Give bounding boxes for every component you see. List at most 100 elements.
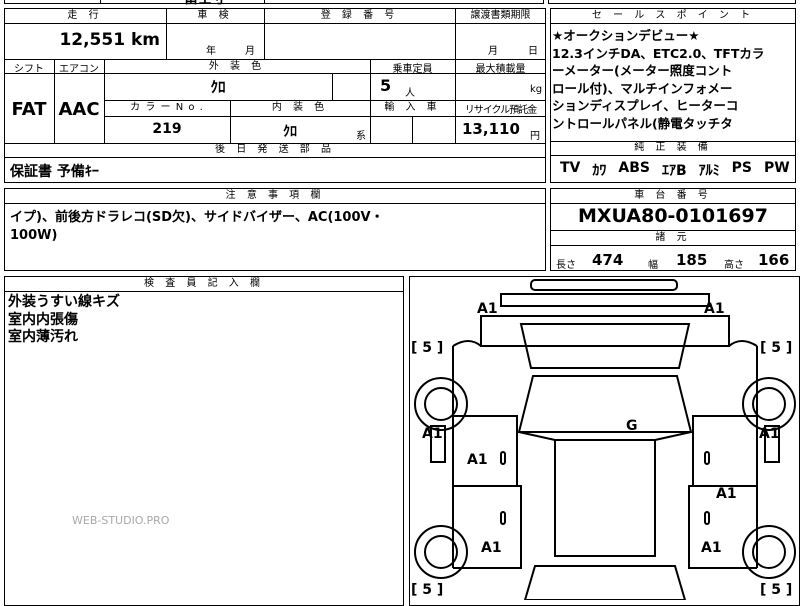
top-partial-text: 富士寸 bbox=[184, 0, 226, 8]
car-diagram bbox=[414, 279, 796, 600]
notes-line: 100W) bbox=[10, 228, 58, 243]
recycle-label: リサイクル預託金 bbox=[464, 105, 538, 116]
tire-fr: [ 5 ] bbox=[760, 340, 793, 356]
recycle-unit: 円 bbox=[530, 131, 540, 142]
hood-front bbox=[480, 315, 730, 347]
roof-lines bbox=[518, 431, 692, 441]
width-value: 185 bbox=[676, 251, 708, 269]
notes-text: イプ)、前後方ドラレコ(SD欠)、サイドバイザー、AC(100V・ 100W) bbox=[10, 209, 384, 245]
inspector-line: 室内薄汚れ bbox=[8, 329, 78, 345]
genuine-equipment-label: 純 正 装 備 bbox=[634, 142, 712, 153]
col-line bbox=[332, 73, 333, 100]
damage-right-door: A1 bbox=[716, 486, 737, 502]
interior-color-suffix: 系 bbox=[356, 131, 366, 142]
handle bbox=[500, 511, 506, 525]
rear-window bbox=[523, 565, 687, 600]
sales-point-line: ロール付)、マルチインフォメー bbox=[552, 80, 733, 96]
inspection-label: 車 検 bbox=[197, 10, 233, 21]
watermark: WEB-STUDIO.PRO bbox=[72, 514, 170, 527]
top-strip-right bbox=[548, 0, 796, 4]
max-load-unit: kg bbox=[530, 84, 543, 95]
exterior-color-label: 外 装 色 bbox=[208, 61, 266, 72]
mileage-value: 12,551 km bbox=[4, 30, 160, 50]
interior-color-value: ｸﾛ bbox=[283, 124, 297, 140]
sales-point-line: 12.3インチDA、ETC2.0、TFTカラ bbox=[552, 45, 765, 61]
equipment-item: ｱﾙﾐ bbox=[698, 163, 720, 179]
color-no-value: 219 bbox=[152, 121, 182, 137]
inspector-notes: 外装うすい線キズ 室内内張傷 室内薄汚れ bbox=[8, 294, 120, 347]
mileage-label: 走 行 bbox=[67, 10, 103, 21]
top-strip bbox=[4, 0, 544, 4]
transfer-month-unit: 月 bbox=[488, 46, 498, 57]
front-bumper bbox=[500, 293, 710, 307]
equipment-item: TV bbox=[560, 160, 581, 176]
equipment-item: ｴｱB bbox=[661, 163, 687, 179]
sales-point-line: ーメーター(メーター照度コント bbox=[552, 63, 733, 78]
row-line bbox=[550, 155, 796, 156]
max-load-label: 最大積載量 bbox=[475, 64, 526, 75]
wheel-front-right bbox=[742, 377, 796, 431]
damage-right-rear: A1 bbox=[701, 540, 722, 556]
row-line bbox=[4, 203, 546, 204]
row-line bbox=[4, 291, 404, 292]
left-front-door bbox=[453, 415, 518, 487]
shift-value: FAT bbox=[11, 98, 47, 120]
right-front-door bbox=[692, 415, 757, 487]
chassis-value: MXUA80-0101697 bbox=[578, 205, 768, 227]
row-line bbox=[104, 116, 546, 117]
length-value: 474 bbox=[592, 251, 624, 269]
sales-points-text: ★オークションデビュー★ 12.3インチDA、ETC2.0、TFTカラ ーメータ… bbox=[552, 27, 796, 132]
capacity-unit: 人 bbox=[405, 88, 415, 99]
notes-line: イプ)、前後方ドラレコ(SD欠)、サイドバイザー、AC(100V・ bbox=[10, 210, 384, 225]
row-line bbox=[550, 203, 796, 204]
notes-label: 注 意 事 項 欄 bbox=[225, 190, 325, 201]
length-label: 長さ bbox=[556, 260, 576, 271]
inspection-month-unit: 月 bbox=[245, 46, 255, 57]
height-label: 高さ bbox=[724, 260, 744, 271]
chassis-label: 車 台 番 号 bbox=[634, 190, 712, 201]
damage-left-fender: A1 bbox=[422, 426, 443, 442]
mileage-unit: km bbox=[130, 30, 160, 50]
row-line bbox=[4, 157, 546, 158]
tire-rr: [ 5 ] bbox=[760, 582, 793, 598]
recycle-value: 13,110 bbox=[462, 120, 520, 138]
divider bbox=[100, 0, 101, 4]
tire-fl: [ 5 ] bbox=[411, 340, 444, 356]
damage-left-rear: A1 bbox=[481, 540, 502, 556]
transfer-deadline-label: 譲渡書類期限 bbox=[470, 10, 531, 21]
wheel-rear-right bbox=[742, 525, 796, 579]
handle bbox=[704, 451, 710, 465]
row-line bbox=[4, 23, 546, 24]
damage-front-right: A1 bbox=[704, 301, 725, 317]
equipment-item: PS bbox=[731, 160, 752, 176]
handle bbox=[500, 451, 506, 465]
damage-left-door: A1 bbox=[467, 452, 488, 468]
handle bbox=[704, 511, 710, 525]
divider bbox=[264, 0, 265, 4]
shift-label: シフト bbox=[14, 64, 44, 75]
exterior-color-value: ｸﾛ bbox=[210, 78, 226, 96]
windshield bbox=[517, 375, 693, 433]
import-label: 輸 入 車 bbox=[384, 102, 441, 113]
body-sides bbox=[452, 346, 758, 568]
transfer-day-unit: 日 bbox=[528, 46, 538, 57]
equipment-item: ｶﾜ bbox=[592, 163, 607, 179]
inspector-label: 検 査 員 記 入 欄 bbox=[144, 278, 264, 289]
registration-label: 登 録 番 号 bbox=[320, 10, 399, 21]
aircon-label: エアコン bbox=[59, 64, 99, 75]
later-parts-label: 後 日 発 送 部 品 bbox=[215, 144, 335, 155]
inspector-line: 室内内張傷 bbox=[8, 311, 78, 328]
dimensions-label: 諸 元 bbox=[655, 232, 691, 243]
mileage-number: 12,551 bbox=[59, 30, 126, 50]
genuine-equipment-list: TV ｶﾜ ABS ｴｱB ｱﾙﾐ PS PW bbox=[560, 160, 790, 180]
width-label: 幅 bbox=[648, 260, 658, 271]
sales-point-line: ントロールパネル(静電タッチタ bbox=[552, 115, 733, 131]
sales-points-label: セ ー ル ス ポ イ ン ト bbox=[591, 10, 755, 21]
capacity-label: 乗車定員 bbox=[392, 64, 433, 75]
capacity-value: 5 bbox=[380, 76, 392, 95]
row-line bbox=[550, 245, 796, 246]
later-parts-value: 保証書 予備ｷｰ bbox=[10, 164, 99, 180]
wheel-front-left bbox=[414, 377, 468, 431]
roof bbox=[554, 439, 656, 557]
equipment-item: PW bbox=[764, 160, 790, 176]
